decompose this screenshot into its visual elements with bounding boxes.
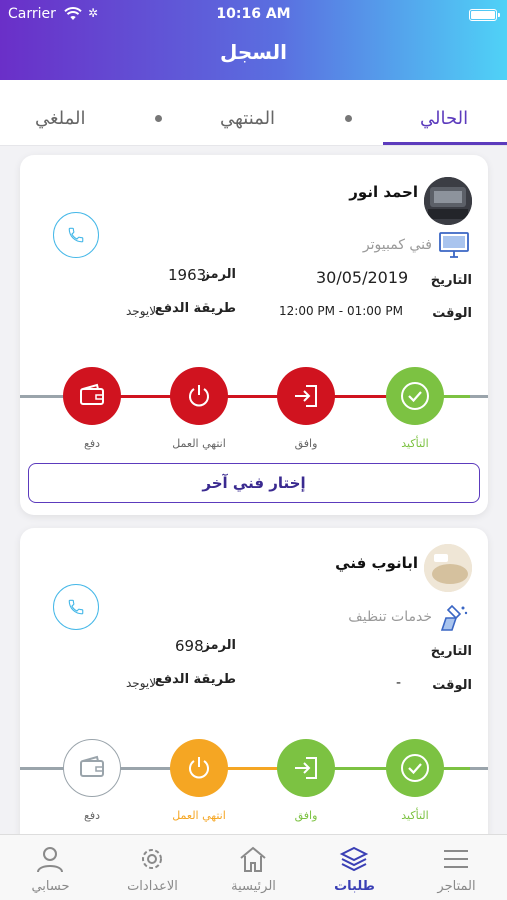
- power-icon: [189, 385, 209, 407]
- nav-label: طلبات: [334, 879, 375, 894]
- technician-name: احمد انور: [349, 183, 418, 201]
- call-button[interactable]: [53, 584, 99, 630]
- step-payment[interactable]: [63, 739, 121, 797]
- choose-another-technician-button[interactable]: إختار فني آخر: [28, 463, 480, 503]
- call-button[interactable]: [53, 212, 99, 258]
- avatar: [424, 177, 472, 225]
- wallet-icon: [80, 383, 104, 405]
- status-bar: Carrier ✲ 10:16 AM: [0, 6, 507, 24]
- nav-label: الاعدادات: [127, 879, 178, 894]
- technician-name: ابانوب فني: [335, 554, 418, 572]
- code-value: 698: [175, 637, 204, 655]
- menu-icon: [444, 850, 468, 868]
- gear-icon: [142, 849, 162, 869]
- date-label: التاريخ: [430, 273, 472, 288]
- home-icon: [240, 846, 266, 872]
- step-work-finished: [170, 739, 228, 797]
- monitor-icon: [439, 232, 469, 258]
- tab-finished[interactable]: المنتهي: [220, 108, 275, 129]
- layers-icon: [339, 846, 369, 872]
- payment-method-label: طريقة الدفع: [154, 672, 236, 687]
- nav-label: حسابي: [31, 879, 70, 894]
- phone-icon: [68, 227, 84, 243]
- tab-separator-dot: [345, 115, 352, 122]
- nav-label: المتاجر: [437, 879, 476, 894]
- wallet-icon: [80, 755, 104, 777]
- step-confirmed: [386, 367, 444, 425]
- tab-bar: الحالي المنتهي الملغي: [0, 80, 507, 146]
- date-value: 30/05/2019: [316, 268, 409, 287]
- code-value: 1963: [168, 266, 207, 284]
- phone-icon: [68, 599, 84, 615]
- cleaning-icon: [440, 604, 468, 631]
- nav-account[interactable]: حسابي: [0, 835, 101, 900]
- nav-label: الرئيسية: [231, 879, 276, 894]
- step-label: انتهي العمل: [172, 437, 226, 450]
- service-type: خدمات تنظيف: [348, 609, 432, 625]
- nav-orders[interactable]: طلبات: [304, 835, 405, 900]
- avatar: [424, 544, 472, 592]
- nav-home[interactable]: الرئيسية: [203, 835, 304, 900]
- time-value: -: [396, 675, 402, 691]
- step-label: انتهي العمل: [172, 809, 226, 822]
- step-confirmed: [386, 739, 444, 797]
- date-label: التاريخ: [430, 644, 472, 659]
- tab-current[interactable]: الحالي: [420, 108, 468, 129]
- step-label: وافق: [294, 809, 318, 822]
- step-label: التأكيد: [401, 437, 429, 450]
- code-label: الرمز: [202, 638, 236, 653]
- payment-method-value: لايوجد: [126, 676, 157, 690]
- step-label: دفع: [83, 809, 100, 822]
- request-card: ابانوب فني خدمات تنظيف التاريخ الرمز 698…: [20, 528, 488, 848]
- service-type: فني كمبيوتر: [362, 237, 432, 253]
- payment-method-value: لايوجد: [126, 304, 157, 318]
- signin-icon: [295, 757, 317, 779]
- progress-track-fill: [92, 395, 415, 398]
- power-icon: [189, 757, 209, 779]
- check-icon: [401, 382, 429, 410]
- active-tab-indicator: [383, 142, 507, 145]
- time-label: الوقت: [432, 306, 472, 321]
- code-label: الرمز: [202, 267, 236, 282]
- step-label: وافق: [294, 437, 318, 450]
- payment-method-label: طريقة الدفع: [154, 301, 236, 316]
- user-icon: [37, 847, 63, 873]
- step-accepted: [277, 367, 335, 425]
- bottom-tab-bar: المتاجر طلبات الرئيسية الاعدادات حسابي: [0, 834, 507, 900]
- request-card: احمد انور فني كمبيوتر التاريخ 30/05/2019…: [20, 155, 488, 515]
- time-value: 12:00 PM - 01:00 PM: [279, 304, 403, 318]
- nav-stores[interactable]: المتاجر: [406, 835, 507, 900]
- app-header: Carrier ✲ 10:16 AM السجل: [0, 0, 507, 80]
- signin-icon: [295, 385, 317, 407]
- tab-cancelled[interactable]: الملغي: [35, 108, 86, 129]
- check-icon: [401, 754, 429, 782]
- step-payment[interactable]: [63, 367, 121, 425]
- step-label: دفع: [83, 437, 100, 450]
- battery-icon: [469, 9, 500, 21]
- page-title: السجل: [220, 40, 287, 64]
- tab-separator-dot: [155, 115, 162, 122]
- step-work-finished: [170, 367, 228, 425]
- time-label: الوقت: [432, 678, 472, 693]
- step-label: التأكيد: [401, 809, 429, 822]
- step-accepted: [277, 739, 335, 797]
- nav-settings[interactable]: الاعدادات: [102, 835, 203, 900]
- status-time: 10:16 AM: [216, 6, 291, 22]
